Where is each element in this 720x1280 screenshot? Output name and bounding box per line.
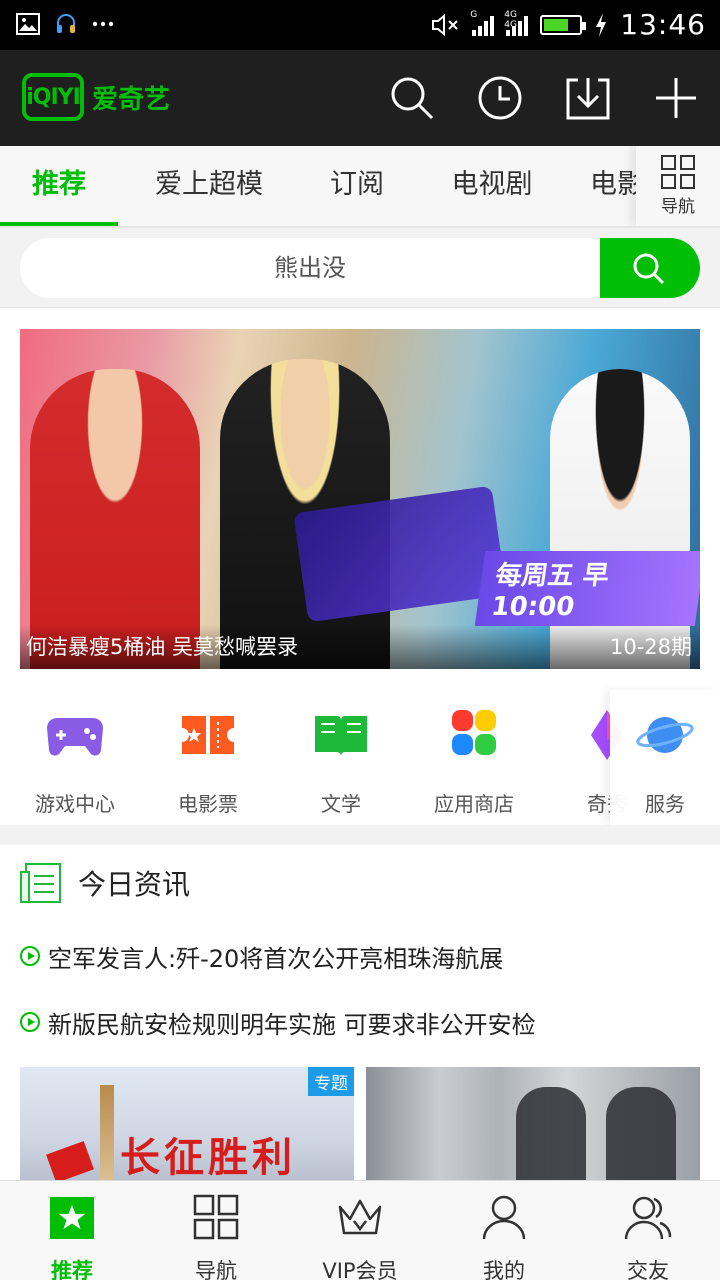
play-icon bbox=[20, 946, 40, 966]
shortcut-app-store[interactable]: 应用商店 bbox=[409, 710, 539, 817]
add-icon[interactable] bbox=[652, 74, 700, 122]
logo-mark: iQIYI bbox=[22, 73, 84, 121]
shortcut-game-center[interactable]: 游戏中心 bbox=[10, 710, 140, 817]
gamepad-icon bbox=[47, 718, 103, 756]
shortcut-label: 服务 bbox=[645, 792, 685, 816]
bottom-tab-label: VIP会员 bbox=[322, 1259, 398, 1280]
monument-shape bbox=[100, 1085, 114, 1187]
crown-icon bbox=[338, 1199, 382, 1235]
thumbnail-title: 长征胜利 bbox=[120, 1134, 296, 1181]
clock: 13:46 bbox=[620, 8, 706, 41]
friends-icon bbox=[624, 1196, 672, 1240]
bottom-tab-friends[interactable]: 交友 bbox=[576, 1193, 720, 1280]
movie-ticket-icon bbox=[182, 716, 234, 754]
status-bar: G 4G 4G 13:46 bbox=[0, 0, 720, 50]
banner-schedule: 每周五 早10:00 bbox=[474, 551, 700, 626]
bottom-tab-label: 交友 bbox=[627, 1259, 669, 1280]
banner-episode: 10-28期 bbox=[609, 635, 692, 659]
bottom-tab-vip[interactable]: VIP会员 bbox=[288, 1193, 432, 1280]
bottom-tab-label: 导航 bbox=[195, 1259, 237, 1280]
shortcut-label: 文学 bbox=[321, 792, 361, 816]
shortcut-literature[interactable]: 文学 bbox=[276, 710, 406, 817]
headset-icon bbox=[57, 14, 75, 33]
grid-icon bbox=[193, 1194, 239, 1240]
banner-caption: 何洁暴瘦5桶油 吴莫愁喊罢录 10-28期 bbox=[20, 625, 700, 669]
news-section-title: 今日资讯 bbox=[78, 868, 191, 901]
bottom-tab-mine[interactable]: 我的 bbox=[432, 1193, 576, 1280]
shortcut-service-panel: 服务 bbox=[610, 690, 720, 825]
app-header: iQIYI 爱奇艺 bbox=[0, 50, 720, 146]
flag-shape bbox=[46, 1141, 94, 1183]
news-thumbnail-1[interactable]: 长征胜利 专题 bbox=[20, 1067, 354, 1187]
bottom-navigation: 推荐 导航 VIP会员 我的 交友 bbox=[0, 1180, 720, 1280]
news-headline: 空军发言人:歼-20将首次公开亮相珠海航展 bbox=[48, 944, 504, 973]
book-icon bbox=[315, 716, 367, 756]
shortcut-label: 电影票 bbox=[178, 792, 238, 816]
shortcut-service[interactable]: 服务 bbox=[600, 710, 720, 817]
download-icon[interactable] bbox=[564, 74, 612, 122]
logo-text: 爱奇艺 bbox=[92, 84, 171, 115]
banner-person-1 bbox=[30, 369, 200, 669]
grid-icon bbox=[661, 155, 695, 189]
history-icon[interactable] bbox=[476, 74, 524, 122]
charging-icon bbox=[596, 12, 607, 37]
bottom-tab-label: 我的 bbox=[483, 1259, 525, 1280]
banner-title: 何洁暴瘦5桶油 吴莫愁喊罢录 bbox=[26, 635, 299, 659]
shortcut-label: 应用商店 bbox=[434, 792, 514, 816]
person-icon bbox=[482, 1195, 526, 1240]
network-type-2: 4G 4G bbox=[504, 9, 517, 30]
shortcut-row: 游戏中心 电影票 文学 应用商店 奇秀 服务 bbox=[0, 690, 720, 825]
bottom-tab-nav[interactable]: 导航 bbox=[144, 1193, 288, 1280]
bottom-tab-recommend[interactable]: 推荐 bbox=[0, 1193, 144, 1280]
bottom-tab-label: 推荐 bbox=[51, 1259, 93, 1280]
tab-tv-series[interactable]: 电视剧 bbox=[436, 146, 548, 226]
tab-love-supermodel[interactable]: 爱上超模 bbox=[138, 146, 280, 226]
search-input[interactable]: 熊出没 bbox=[20, 238, 600, 298]
image-icon bbox=[16, 13, 40, 35]
signal-icon: G bbox=[470, 10, 495, 36]
tab-nav-label: 导航 bbox=[661, 197, 695, 217]
mute-icon bbox=[432, 13, 459, 36]
figure-shape bbox=[516, 1087, 586, 1187]
battery-icon bbox=[540, 14, 587, 35]
search-icon bbox=[633, 253, 665, 285]
app-store-icon bbox=[452, 710, 496, 755]
tab-nav-button[interactable]: 导航 bbox=[636, 146, 720, 226]
hero-banner[interactable]: 每周五 早10:00 何洁暴瘦5桶油 吴莫愁喊罢录 10-28期 bbox=[20, 329, 700, 669]
network-type-1: G bbox=[470, 9, 478, 20]
signal-icon-2: 4G 4G bbox=[504, 10, 529, 36]
play-icon bbox=[20, 1012, 40, 1032]
battery-level bbox=[544, 18, 569, 31]
planet-icon bbox=[636, 717, 694, 753]
shortcut-label: 游戏中心 bbox=[35, 792, 115, 816]
news-item[interactable]: 空军发言人:歼-20将首次公开亮相珠海航展 bbox=[20, 936, 503, 976]
figure-shape bbox=[606, 1087, 676, 1187]
news-headline: 新版民航安检规则明年实施 可要求非公开安检 bbox=[48, 1010, 536, 1039]
topic-badge: 专题 bbox=[308, 1067, 354, 1096]
news-thumbnail-2[interactable] bbox=[366, 1067, 700, 1187]
search-button[interactable] bbox=[600, 238, 700, 298]
section-divider bbox=[0, 825, 720, 845]
tab-recommend[interactable]: 推荐 bbox=[0, 146, 118, 226]
tab-subscribe[interactable]: 订阅 bbox=[312, 146, 402, 226]
news-item[interactable]: 新版民航安检规则明年实施 可要求非公开安检 bbox=[20, 1002, 536, 1042]
search-bar: 熊出没 bbox=[0, 228, 720, 308]
news-icon bbox=[20, 863, 61, 903]
app-logo[interactable]: iQIYI 爱奇艺 bbox=[22, 73, 170, 121]
search-icon[interactable] bbox=[388, 74, 436, 122]
star-icon bbox=[50, 1197, 94, 1239]
channel-tabs: 推荐 爱上超模 订阅 电视剧 电影 导航 bbox=[0, 146, 720, 228]
more-icon bbox=[92, 21, 114, 27]
news-header: 今日资讯 bbox=[20, 862, 190, 904]
shortcut-movie-ticket[interactable]: 电影票 bbox=[143, 710, 273, 817]
